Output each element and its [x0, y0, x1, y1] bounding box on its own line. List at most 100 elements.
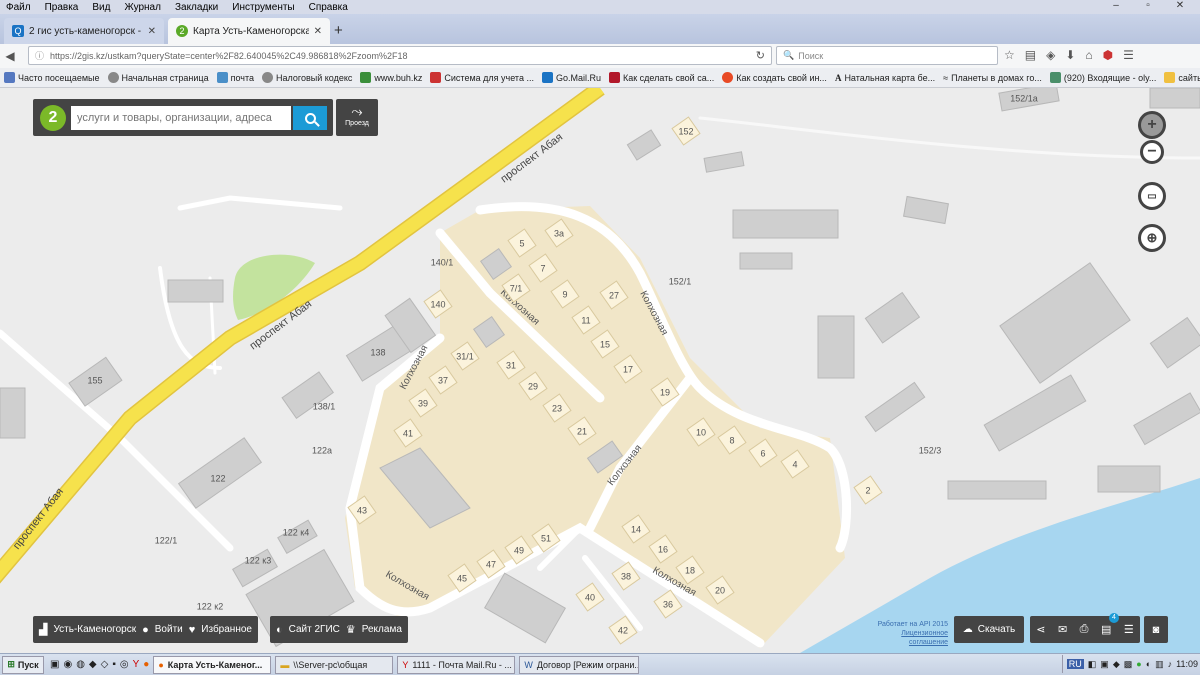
close-tab-icon[interactable]: ✕ — [148, 26, 156, 37]
taskbar-item[interactable]: ▬ \\Server-pc\общая — [275, 655, 394, 674]
pocket-icon[interactable]: ◈ — [1046, 48, 1055, 62]
menu-file[interactable]: Файл — [6, 2, 31, 13]
browser-search-input[interactable]: 🔍 Поиск — [776, 46, 998, 65]
app-icon[interactable]: ◍ — [76, 659, 85, 670]
menu-tools[interactable]: Инструменты — [232, 2, 294, 13]
bookmark-item[interactable]: Система для учета ... — [430, 72, 534, 83]
desktop-icon[interactable]: ▣ — [50, 659, 59, 670]
tab-2gis-search[interactable]: Q 2 гис усть-каменогорск - 28... ✕ — [4, 18, 164, 44]
bookmark-item[interactable]: www.buh.kz — [360, 72, 422, 83]
volume-icon[interactable]: ♪ — [1168, 659, 1173, 669]
site-link[interactable]: Сайт 2ГИС — [289, 624, 340, 635]
map-search-button[interactable] — [293, 106, 327, 130]
yandex-icon[interactable]: Y — [133, 659, 140, 670]
taskbar-item[interactable]: W Договор [Режим ограни... — [519, 655, 640, 674]
bookmark-item[interactable]: Налоговый кодекс — [262, 72, 352, 83]
list-menu-icon[interactable]: ☰ — [1124, 623, 1134, 636]
home-icon[interactable]: ⌂ — [1085, 48, 1092, 62]
bookmark-item[interactable]: Начальная страница — [107, 72, 209, 83]
route-button[interactable]: ⤳ Проезд — [336, 99, 378, 136]
house-122-к3[interactable]: 122 к3 — [245, 556, 271, 566]
bookmark-item[interactable]: Go.Mail.Ru — [541, 72, 601, 83]
ruler-button[interactable]: ▭ — [1138, 182, 1166, 210]
app-icon[interactable]: ◉ — [63, 659, 72, 670]
house-152/1[interactable]: 152/1 — [669, 277, 692, 287]
share-icon[interactable]: ⋖ — [1036, 623, 1045, 636]
tray-icon[interactable]: ● — [1136, 659, 1141, 669]
house-138/1[interactable]: 138/1 — [313, 402, 336, 412]
menu-help[interactable]: Справка — [309, 2, 348, 13]
map-search-input[interactable] — [71, 106, 291, 130]
app-icon[interactable]: ▪ — [112, 659, 116, 670]
house-122-к2[interactable]: 122 к2 — [197, 602, 223, 612]
clock[interactable]: 11:09 — [1176, 659, 1198, 669]
close-window-icon[interactable]: ✕ — [1172, 0, 1188, 12]
menu-history[interactable]: Журнал — [124, 2, 161, 13]
api-credit[interactable]: Работает на API 2015 — [862, 620, 948, 629]
tray-icon[interactable]: ▥ — [1155, 659, 1164, 670]
back-icon[interactable]: ◀ — [0, 49, 20, 63]
zoom-out-button[interactable]: − — [1140, 140, 1164, 164]
menu-view[interactable]: Вид — [92, 2, 110, 13]
close-tab-icon[interactable]: ✕ — [314, 26, 322, 37]
bookmark-item[interactable]: почта — [216, 72, 254, 83]
house-138[interactable]: 138 — [370, 348, 385, 358]
house-152/1а[interactable]: 152/1а — [1010, 94, 1038, 104]
zoom-in-button[interactable]: + — [1138, 111, 1166, 139]
maximize-icon[interactable]: ▫ — [1140, 0, 1156, 12]
download-button[interactable]: ☁ Скачать — [954, 616, 1024, 643]
house-140/1[interactable]: 140/1 — [431, 258, 454, 268]
locate-button[interactable]: ⊕ — [1138, 224, 1166, 252]
bookmark-item[interactable]: ≈ Планеты в домах го... — [943, 73, 1042, 83]
house-122[interactable]: 122 — [210, 474, 225, 484]
house-152/3[interactable]: 152/3 — [919, 446, 942, 456]
download-icon[interactable]: ⬇ — [1065, 48, 1075, 62]
favorites-link[interactable]: Избранное — [201, 624, 252, 635]
info-icon[interactable]: ⓘ — [35, 49, 44, 62]
tray-icon[interactable]: ◆ — [1113, 659, 1120, 670]
menu-bookmarks[interactable]: Закладки — [175, 2, 218, 13]
house-122а[interactable]: 122а — [312, 446, 332, 456]
language-indicator[interactable]: RU — [1066, 659, 1084, 669]
taskbar-item[interactable]: Y 1111 - Почта Mail.Ru - ... — [397, 655, 516, 674]
tray-icon[interactable]: ◐ — [1146, 659, 1151, 669]
tray-icon[interactable]: ▩ — [1124, 659, 1133, 670]
license-link[interactable]: Лицензионное соглашение — [862, 629, 948, 647]
bookmark-item[interactable]: (920) Входящие - oly... — [1049, 72, 1156, 83]
bookmark-item[interactable]: A Натальная карта бе... — [835, 73, 935, 83]
taskbar-item[interactable]: ● Карта Усть-Каменог... — [153, 655, 272, 674]
firefox-icon[interactable]: ● — [143, 659, 149, 670]
bookmark-item[interactable]: Как создать свой ин... — [722, 72, 827, 83]
reload-icon[interactable]: ↻ — [756, 49, 765, 62]
ads-link[interactable]: Реклама — [362, 624, 402, 635]
map-canvas[interactable]: проспект Абая проспект Абая проспект Аба… — [0, 88, 1200, 653]
adblock-icon[interactable]: ⬢ — [1103, 48, 1113, 62]
email-icon[interactable]: ✉ — [1058, 623, 1067, 636]
screenshot-button[interactable]: ◙ — [1144, 616, 1168, 643]
house-122/1[interactable]: 122/1 — [155, 536, 178, 546]
app-icon[interactable]: ◇ — [101, 659, 109, 670]
printed-list-icon[interactable]: ▤ — [1101, 623, 1111, 636]
minimize-icon[interactable]: – — [1108, 0, 1124, 12]
house-155[interactable]: 155 — [87, 376, 102, 386]
bookmark-item[interactable]: Как сделать свой са... — [608, 72, 714, 83]
tab-map[interactable]: 2 Карта Усть-Каменогорска: ... ✕ — [168, 18, 330, 44]
bookmark-item[interactable]: Часто посещаемые — [4, 72, 100, 83]
tray-icon[interactable]: ▣ — [1100, 659, 1109, 670]
reading-list-icon[interactable]: ▤ — [1025, 48, 1036, 62]
bookmark-folder[interactable]: сайты — [1164, 72, 1200, 83]
menu-edit[interactable]: Правка — [45, 2, 79, 13]
house-122-к4[interactable]: 122 к4 — [283, 528, 309, 538]
city-link[interactable]: Усть-Каменогорск — [53, 624, 136, 635]
start-button[interactable]: ⊞ Пуск — [2, 655, 44, 674]
2gis-logo-icon[interactable]: 2 — [40, 105, 66, 131]
print-icon[interactable]: ⎙ — [1080, 623, 1089, 636]
login-link[interactable]: Войти — [155, 624, 183, 635]
new-tab-icon[interactable]: + — [334, 22, 343, 39]
bookmark-star-icon[interactable]: ☆ — [1004, 48, 1015, 62]
url-bar[interactable]: ⓘ https://2gis.kz/ustkam?queryState=cent… — [28, 46, 772, 65]
app-icon[interactable]: ◎ — [120, 659, 129, 670]
app-icon[interactable]: ◆ — [89, 659, 97, 670]
tray-icon[interactable]: ◧ — [1088, 659, 1097, 670]
menu-icon[interactable]: ☰ — [1123, 48, 1134, 62]
